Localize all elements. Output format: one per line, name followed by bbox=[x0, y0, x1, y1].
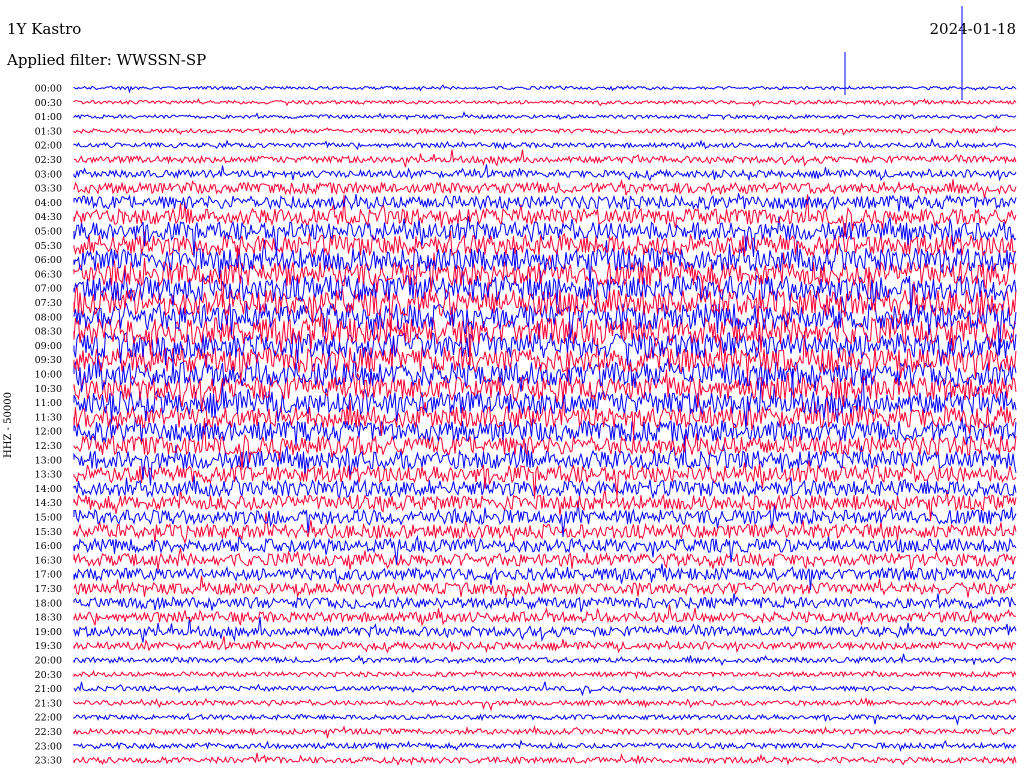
trace-row-2330 bbox=[73, 752, 1017, 766]
tick-label-1700: 17:00 bbox=[35, 570, 62, 581]
tick-label-0300: 03:00 bbox=[35, 169, 62, 180]
trace-row-2130 bbox=[73, 696, 1017, 712]
tick-label-0700: 07:00 bbox=[35, 284, 62, 295]
tick-label-1030: 10:30 bbox=[35, 384, 62, 395]
tick-label-1230: 12:30 bbox=[35, 441, 62, 452]
trace-row-0930 bbox=[73, 330, 1017, 382]
trace-row-1300 bbox=[73, 434, 1017, 486]
tick-label-1200: 12:00 bbox=[35, 427, 62, 438]
tick-label-2200: 22:00 bbox=[35, 713, 62, 724]
trace-row-1200 bbox=[73, 416, 1017, 446]
trace-row-1600 bbox=[73, 534, 1017, 565]
tick-label-1630: 16:30 bbox=[35, 555, 62, 566]
tick-label-0330: 03:30 bbox=[35, 184, 62, 195]
trace-row-1730 bbox=[73, 575, 1017, 599]
trace-row-0500 bbox=[73, 216, 1017, 258]
tick-label-2000: 20:00 bbox=[35, 656, 62, 667]
trace-row-0030 bbox=[73, 98, 1017, 107]
trace-row-0000 bbox=[73, 84, 1017, 94]
tick-label-0600: 06:00 bbox=[35, 255, 62, 266]
tick-label-0400: 04:00 bbox=[35, 198, 62, 209]
tick-label-1500: 15:00 bbox=[35, 513, 62, 524]
tick-label-0100: 01:00 bbox=[35, 112, 62, 123]
trace-row-1830 bbox=[73, 604, 1017, 627]
trace-row-0200 bbox=[73, 137, 1017, 151]
tick-label-1330: 13:30 bbox=[35, 470, 62, 481]
tick-label-1600: 16:00 bbox=[35, 541, 62, 552]
trace-row-0230 bbox=[73, 149, 1017, 168]
tick-label-2330: 23:30 bbox=[35, 756, 62, 767]
tick-label-1100: 11:00 bbox=[35, 398, 62, 409]
trace-row-2000 bbox=[73, 653, 1017, 666]
tick-label-0430: 04:30 bbox=[35, 212, 62, 223]
tick-label-1430: 14:30 bbox=[35, 498, 62, 509]
trace-row-0400 bbox=[73, 193, 1017, 212]
tick-label-2130: 21:30 bbox=[35, 698, 62, 709]
trace-row-0300 bbox=[73, 164, 1017, 182]
trace-row-0900 bbox=[73, 323, 1017, 367]
trace-row-0600 bbox=[73, 239, 1017, 288]
tick-label-1530: 15:30 bbox=[35, 527, 62, 538]
tick-label-0500: 05:00 bbox=[35, 227, 62, 238]
trace-row-1800 bbox=[73, 593, 1017, 613]
trace-group bbox=[73, 6, 1017, 766]
tick-label-1800: 18:00 bbox=[35, 598, 62, 609]
trace-row-0130 bbox=[73, 125, 1017, 136]
trace-row-1930 bbox=[73, 636, 1017, 654]
tick-label-1300: 13:00 bbox=[35, 455, 62, 466]
tick-label-1900: 19:00 bbox=[35, 627, 62, 638]
tick-label-2100: 21:00 bbox=[35, 684, 62, 695]
tick-label-1730: 17:30 bbox=[35, 584, 62, 595]
tick-label-0900: 09:00 bbox=[35, 341, 62, 352]
tick-label-0000: 00:00 bbox=[35, 84, 62, 95]
tick-label-0730: 07:30 bbox=[35, 298, 62, 309]
trace-row-0100 bbox=[73, 111, 1017, 121]
tick-label-1400: 14:00 bbox=[35, 484, 62, 495]
tick-label-0530: 05:30 bbox=[35, 241, 62, 252]
trace-row-2230 bbox=[73, 724, 1016, 739]
helicorder-plot: 00:00 00:30 01:00 01:30 02:00 02:30 03:00 03:30… bbox=[35, 6, 1017, 767]
tick-label-1930: 19:30 bbox=[35, 641, 62, 652]
tick-label-2030: 20:30 bbox=[35, 670, 62, 681]
tick-label-2230: 22:30 bbox=[35, 727, 62, 738]
tick-label-0800: 08:00 bbox=[35, 312, 62, 323]
tick-label-1000: 10:00 bbox=[35, 370, 62, 381]
trace-row-0330 bbox=[73, 179, 1017, 198]
trace-row-2300 bbox=[73, 739, 1017, 753]
trace-row-2100 bbox=[73, 681, 1017, 697]
tick-label-group: 00:00 00:30 01:00 01:30 02:00 02:30 03:00 03:30… bbox=[35, 84, 62, 767]
trace-row-1630 bbox=[73, 548, 1017, 571]
tick-label-1130: 11:30 bbox=[35, 412, 62, 423]
tick-label-0930: 09:30 bbox=[35, 355, 62, 366]
tick-label-1830: 18:30 bbox=[35, 613, 62, 624]
tick-label-0630: 06:30 bbox=[35, 269, 62, 280]
tick-label-0130: 01:30 bbox=[35, 126, 62, 137]
tick-label-0830: 08:30 bbox=[35, 327, 62, 338]
tick-label-2300: 23:00 bbox=[35, 741, 62, 752]
trace-row-2200 bbox=[73, 712, 1017, 726]
trace-row-2030 bbox=[73, 669, 1017, 680]
tick-label-0200: 02:00 bbox=[35, 141, 62, 152]
tick-label-0230: 02:30 bbox=[35, 155, 62, 166]
tick-label-0030: 00:30 bbox=[35, 98, 62, 109]
